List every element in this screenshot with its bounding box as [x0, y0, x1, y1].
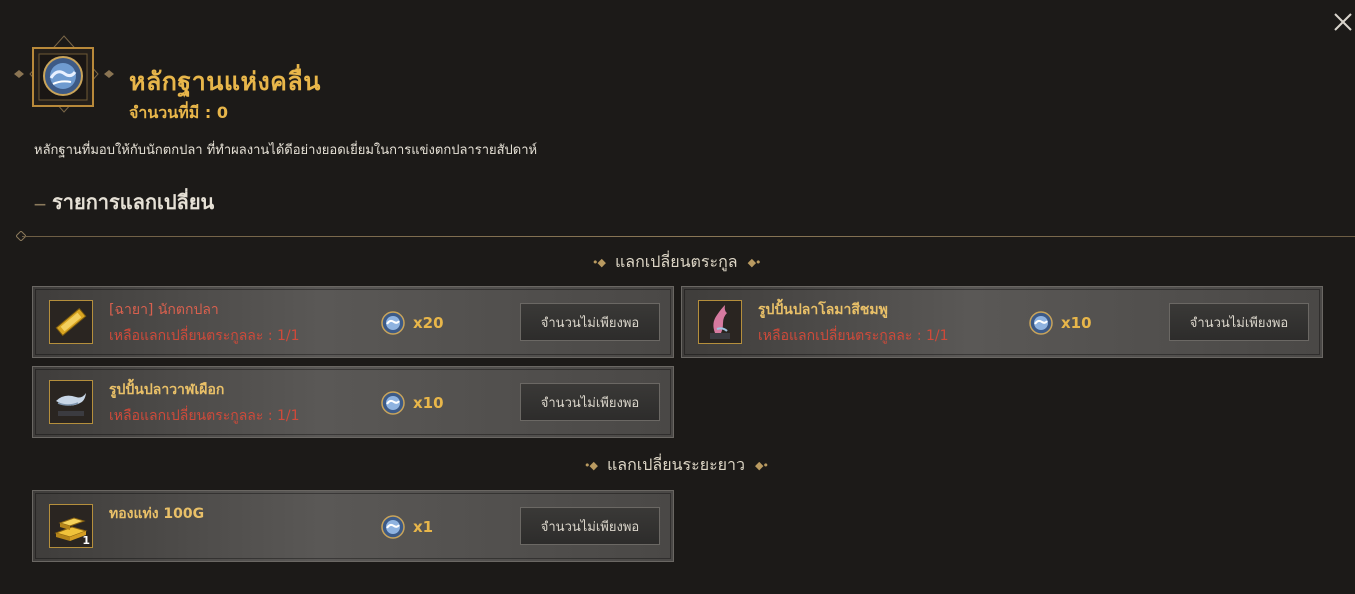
pink-dolphin-statue-icon	[698, 300, 742, 344]
ornament-left-icon: •◆	[584, 459, 598, 472]
item-cost: x10	[1029, 311, 1092, 335]
item-name: รูปปั้นปลาวาฬเผือก	[109, 382, 225, 398]
group-header-family: •◆ แลกเปลี่ยนตระกูล ◆•	[592, 250, 762, 275]
item-cost: x1	[381, 515, 433, 539]
exchange-button[interactable]: จำนวนไม่เพียงพอ	[520, 507, 660, 545]
wave-medal-icon	[381, 515, 405, 539]
ornament-right-icon: ◆•	[755, 459, 769, 472]
divider	[22, 236, 1355, 237]
cost-value: x10	[413, 394, 444, 412]
exchange-button[interactable]: จำนวนไม่เพียงพอ	[520, 383, 660, 421]
exchange-item-card: [ฉายา] นักตกปลา เหลือแลกเปลี่ยนตระกูลละ …	[32, 286, 674, 358]
ornament-left-icon: •◆	[592, 256, 606, 269]
bullet-dash-icon: —	[34, 196, 46, 211]
item-name: ทองแท่ง 100G	[109, 506, 205, 522]
wave-medal-icon	[381, 311, 405, 335]
item-limit: เหลือแลกเปลี่ยนตระกูลละ : 1/1	[109, 408, 300, 424]
section-title-label: รายการแลกเปลี่ยน	[52, 190, 215, 214]
item-cost: x20	[381, 311, 444, 335]
exchange-item-card: รูปปั้นปลาโลมาสีชมพู เหลือแลกเปลี่ยนตระก…	[681, 286, 1323, 358]
ornament-right-icon: ◆•	[747, 256, 762, 269]
item-quantity: 1	[82, 534, 90, 547]
wave-medal-icon	[1029, 311, 1053, 335]
group-label: แลกเปลี่ยนระยะยาว	[606, 455, 745, 474]
page-title: หลักฐานแห่งคลื่น	[129, 67, 321, 96]
close-icon[interactable]	[1332, 11, 1354, 33]
item-cost: x10	[381, 391, 444, 415]
item-name: รูปปั้นปลาโลมาสีชมพู	[758, 302, 888, 318]
description: หลักฐานที่มอบให้กับนักตกปลา ที่ทำผลงานได…	[34, 143, 538, 158]
item-name: [ฉายา] นักตกปลา	[109, 302, 219, 318]
exchange-button[interactable]: จำนวนไม่เพียงพอ	[1169, 303, 1309, 341]
exchange-item-card: 1 ทองแท่ง 100G x1 จำนวนไม่เพียงพอ	[32, 490, 674, 562]
gold-bar-icon: 1	[49, 504, 93, 548]
item-limit: เหลือแลกเปลี่ยนตระกูลละ : 1/1	[109, 328, 300, 344]
cost-value: x20	[413, 314, 444, 332]
title-scroll-icon	[49, 300, 93, 344]
white-whale-statue-icon	[49, 380, 93, 424]
cost-value: x1	[413, 518, 434, 536]
section-title: — รายการแลกเปลี่ยน	[34, 186, 214, 218]
group-label: แลกเปลี่ยนตระกูล	[614, 252, 738, 271]
header-emblem	[12, 34, 116, 122]
owned-count: จำนวนที่มี : 0	[129, 103, 228, 122]
group-header-longterm: •◆ แลกเปลี่ยนระยะยาว ◆•	[584, 453, 769, 478]
cost-value: x10	[1061, 314, 1092, 332]
item-limit: เหลือแลกเปลี่ยนตระกูลละ : 1/1	[758, 328, 949, 344]
exchange-item-card: รูปปั้นปลาวาฬเผือก เหลือแลกเปลี่ยนตระกูล…	[32, 366, 674, 438]
wave-medal-icon	[381, 391, 405, 415]
exchange-button[interactable]: จำนวนไม่เพียงพอ	[520, 303, 660, 341]
